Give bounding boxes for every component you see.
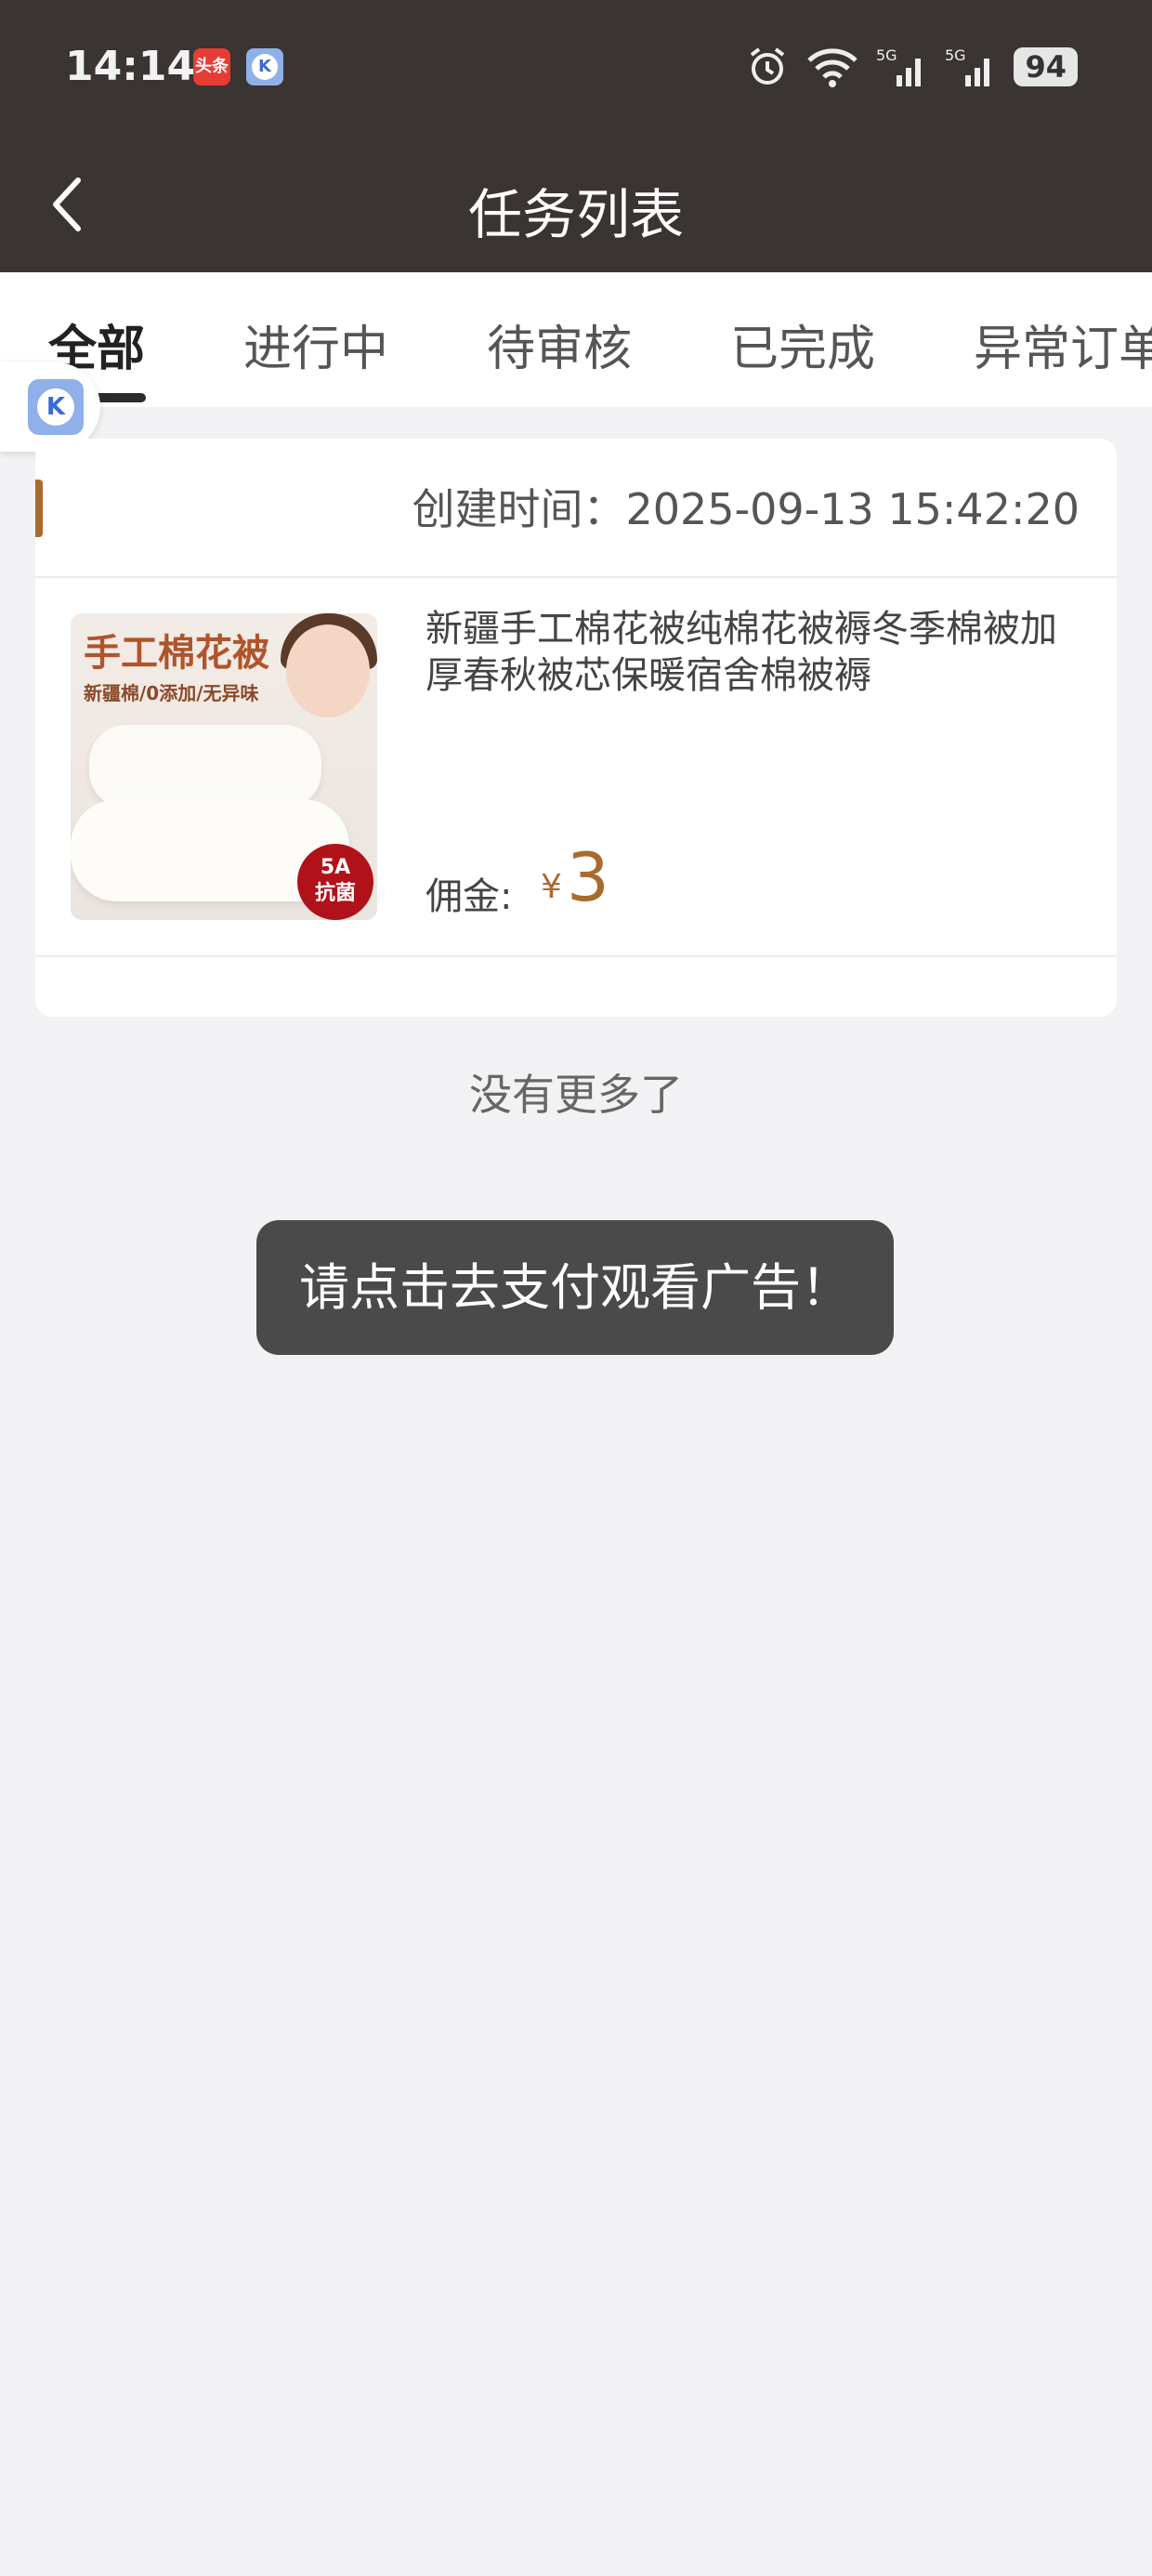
status-bar: 14:14 头条 K 5G 5G 94 (0, 0, 1152, 139)
image-title: 手工棉花被 (84, 632, 269, 675)
antibacterial-badge: 5A 抗菌 (297, 844, 373, 920)
image-subtitle: 新疆棉/0添加/无异味 (84, 682, 259, 704)
toutiao-icon: 头条 (193, 48, 230, 85)
tab-in-progress[interactable]: 进行中 (243, 309, 388, 379)
toast-message: 请点击去支付观看广告！ (256, 1220, 894, 1355)
commission-label: 佣金: (425, 875, 513, 918)
list-end-text: 没有更多了 (469, 1070, 683, 1120)
svg-text:5G: 5G (945, 46, 966, 64)
blanket-shape (89, 725, 321, 808)
created-time: 创建时间：2025-09-13 15:42:20 (412, 484, 1080, 534)
app-header: 任务列表 (0, 139, 1152, 272)
card-accent-bar (35, 480, 43, 537)
svg-text:5G: 5G (876, 46, 897, 64)
tab-abnormal-orders[interactable]: 异常订单 (974, 309, 1152, 379)
status-time: 14:14 (65, 43, 196, 90)
wifi-icon (805, 46, 859, 88)
k-app-icon: K (246, 48, 283, 85)
currency-symbol: ¥ (541, 868, 562, 906)
task-card[interactable]: 创建时间：2025-09-13 15:42:20 手工棉花被 新疆棉/0添加/无… (35, 439, 1117, 1017)
product-title: 新疆手工棉花被纯棉花被褥冬季棉被加厚春秋被芯保暖宿舍棉被褥 (425, 608, 1057, 697)
divider (35, 955, 1117, 957)
k-app-icon: K (28, 379, 84, 435)
divider (35, 576, 1117, 578)
cellular-signal-icon-2: 5G (945, 46, 997, 88)
battery-indicator: 94 (1014, 47, 1078, 86)
tab-completed[interactable]: 已完成 (730, 309, 875, 379)
status-icons: 5G 5G 94 (746, 41, 1078, 93)
tab-pending-review[interactable]: 待审核 (487, 309, 632, 379)
page-title: 任务列表 (467, 183, 684, 246)
tab-bar: 全部 进行中 待审核 已完成 异常订单 (0, 272, 1152, 407)
cellular-signal-icon: 5G (876, 46, 928, 88)
girl-face (286, 624, 370, 717)
product-image[interactable]: 手工棉花被 新疆棉/0添加/无异味 5A 抗菌 (71, 613, 377, 920)
alarm-icon (746, 46, 789, 88)
commission-value: 3 (567, 838, 609, 916)
